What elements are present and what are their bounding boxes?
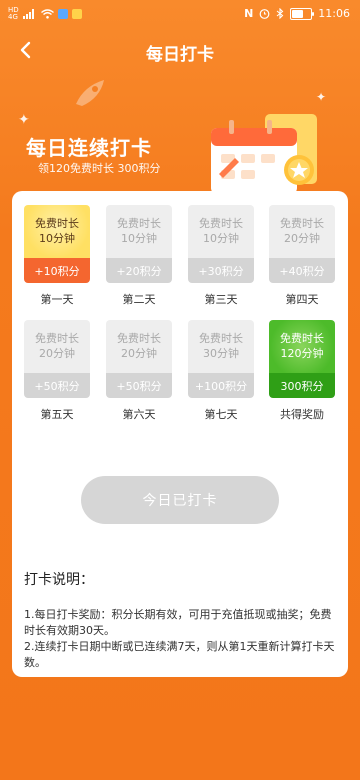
day-points: +30积分	[188, 258, 254, 283]
bluetooth-icon	[276, 8, 284, 19]
day-label: 第一天	[40, 293, 74, 306]
day-label: 第六天	[122, 408, 156, 421]
day-label: 第五天	[40, 408, 74, 421]
hd-signal-icon: HD 4G	[8, 6, 19, 21]
checkin-button[interactable]: 今日已打卡	[81, 476, 279, 524]
rules-text: 1.每日打卡奖励：积分长期有效，可用于充值抵现或抽奖；免费时长有效期30天。 2…	[24, 607, 336, 671]
battery-level	[292, 9, 304, 18]
day-points: +100积分	[188, 373, 254, 398]
status-bar: HD 4G N 11:06	[0, 0, 360, 28]
day-tile-7: 免费时长 30分钟 +100积分	[188, 320, 254, 398]
cellular-signal-icon	[22, 9, 34, 19]
hero-banner: ✦ ✦ 每日连续打卡 领120免费时长 300积分	[0, 72, 360, 200]
day-points: +40积分	[269, 258, 335, 283]
total-reward-tile: 免费时长 120分钟 300积分	[269, 320, 335, 398]
total-reward-points: 300积分	[269, 373, 335, 398]
rocket-icon	[76, 80, 104, 106]
app-notification-icon	[57, 9, 68, 19]
day-reward-text: 免费时长 30分钟	[199, 331, 243, 360]
rules-title: 打卡说明：	[24, 572, 94, 588]
sparkle-icon: ✦	[18, 112, 30, 128]
hero-subtitle: 领120免费时长 300积分	[38, 162, 161, 175]
status-time: 11:06	[318, 7, 350, 20]
day-label: 第七天	[204, 408, 238, 421]
calendar-illustration	[211, 114, 317, 194]
day-tile-3: 免费时长 10分钟 +30积分	[188, 205, 254, 283]
day-reward-text: 免费时长 20分钟	[117, 331, 161, 360]
day-tile-5: 免费时长 20分钟 +50积分	[24, 320, 90, 398]
top-navigation-bar: 每日打卡	[0, 28, 360, 72]
day-tile-4: 免费时长 20分钟 +40积分	[269, 205, 335, 283]
day-tile-2: 免费时长 10分钟 +20积分	[106, 205, 172, 283]
day-label: 第二天	[122, 293, 156, 306]
day-points: +50积分	[106, 373, 172, 398]
day-tile-1: 免费时长 10分钟 +10积分	[24, 205, 90, 283]
hero-headline: 每日连续打卡	[26, 136, 152, 160]
status-left-icons: HD 4G	[8, 7, 82, 21]
day-reward-text: 免费时长 10分钟	[117, 216, 161, 245]
chat-notification-icon	[71, 9, 82, 19]
day-points: +10积分	[24, 258, 90, 283]
day-points: +50积分	[24, 373, 90, 398]
day-reward-text: 免费时长 10分钟	[35, 216, 79, 245]
sparkle-icon: ✦	[316, 90, 327, 104]
checkin-card: 免费时长 10分钟 +10积分 第一天 免费时长 10分钟 +20积分 第二天 …	[12, 191, 348, 677]
day-reward-text: 免费时长 20分钟	[280, 216, 324, 245]
page-title: 每日打卡	[146, 45, 214, 65]
battery-icon	[290, 7, 315, 20]
day-label: 第四天	[285, 293, 319, 306]
day-reward-text: 免费时长 10分钟	[199, 216, 243, 245]
wifi-icon	[40, 9, 54, 19]
rule-line: 2.连续打卡日期中断或已连续满7天，则从第1天重新计算打卡天数。	[24, 640, 335, 669]
day-label: 第三天	[204, 293, 238, 306]
rule-line: 1.每日打卡奖励：积分长期有效，可用于充值抵现或抽奖；免费时长有效期30天。	[24, 608, 332, 637]
total-reward-label: 共得奖励	[280, 408, 324, 421]
day-points: +20积分	[106, 258, 172, 283]
day-tile-6: 免费时长 20分钟 +50积分	[106, 320, 172, 398]
total-reward-text: 免费时长 120分钟	[280, 331, 324, 360]
nfc-icon: N	[244, 7, 254, 20]
status-right-icons: N 11:06	[244, 7, 350, 20]
day-reward-text: 免费时长 20分钟	[35, 331, 79, 360]
alarm-icon	[259, 9, 270, 19]
